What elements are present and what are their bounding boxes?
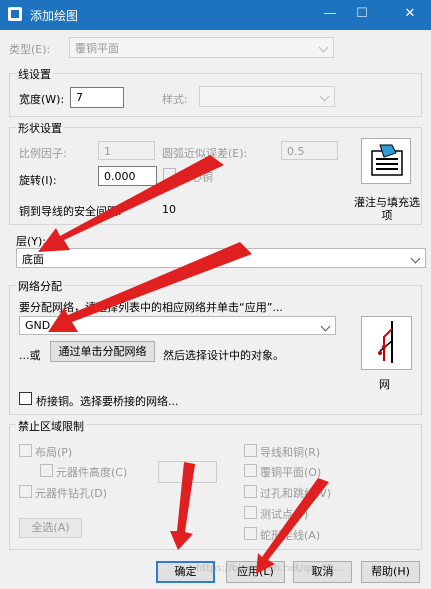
net-select[interactable]: GND <box>19 316 336 335</box>
copper-plane-checkbox[interactable] <box>244 464 257 477</box>
type-value: 覆铜平面 <box>75 42 119 55</box>
line-settings-title: 线设置 <box>16 66 53 82</box>
watermark-text: https://blog.csdn.net/qq_45... <box>196 563 343 574</box>
chevron-down-icon <box>318 40 330 54</box>
serpentine-label: 蛇形走线(A) <box>260 529 321 542</box>
layer-select[interactable]: 底面 <box>16 248 426 268</box>
style-label: 样式: <box>162 93 188 106</box>
keepout-title: 禁止区域限制 <box>16 418 86 434</box>
component-height-label: 元器件高度(C) <box>56 466 128 479</box>
width-label: 宽度(W): <box>19 93 65 106</box>
testpoints-label: 测试点(T) <box>260 508 309 521</box>
minimize-button[interactable]: — <box>318 4 342 24</box>
select-all-button[interactable]: 全选(A) <box>19 518 82 538</box>
component-drill-label: 元器件钻孔(D) <box>35 487 108 500</box>
clearance-label: 铜到导线的安全间距: <box>19 205 122 218</box>
chevron-down-icon <box>319 89 331 103</box>
net-button-label: 网 <box>379 378 390 391</box>
rotate-value: 0.000 <box>104 170 136 183</box>
flood-options-label: 灌注与填充选项 <box>354 196 420 222</box>
window-title: 添加绘图 <box>30 9 79 23</box>
net-instruction: 要分配网络，请选择列表中的相应网络并单击“应用”... <box>19 301 283 314</box>
style-select[interactable] <box>199 86 335 107</box>
net-assign-title: 网络分配 <box>16 278 64 294</box>
app-icon <box>8 7 22 21</box>
rotate-label: 旋转(I): <box>19 174 57 187</box>
scale-factor-value: 1 <box>104 145 111 158</box>
maximize-button[interactable]: ☐ <box>350 4 374 24</box>
layer-value: 底面 <box>22 253 44 266</box>
bridge-copper-checkbox[interactable] <box>19 392 32 405</box>
vias-jumpers-checkbox[interactable] <box>244 485 257 498</box>
help-button[interactable]: 帮助(H) <box>361 561 420 583</box>
copper-plane-label: 覆铜平面(O) <box>260 466 322 479</box>
component-height-input[interactable] <box>158 461 217 483</box>
or-text: ...或 <box>19 349 41 362</box>
width-value: 7 <box>76 91 83 104</box>
arc-error-label: 圆弧近似误差(E): <box>162 147 248 160</box>
scale-factor-label: 比例因子: <box>19 147 67 160</box>
traces-copper-label: 导线和铜(R) <box>260 446 321 459</box>
shape-settings-title: 形状设置 <box>16 120 64 136</box>
component-drill-checkbox[interactable] <box>19 485 32 498</box>
flood-options-button[interactable] <box>361 138 411 184</box>
net-value: GND <box>25 319 51 332</box>
layout-label: 布局(P) <box>35 446 73 459</box>
testpoints-checkbox[interactable] <box>244 506 257 519</box>
layout-checkbox[interactable] <box>19 444 32 457</box>
rotate-input[interactable]: 0.000 <box>98 166 157 186</box>
arc-error-value: 0.5 <box>287 145 305 158</box>
layer-label: 层(Y): <box>16 235 47 248</box>
clearance-value: 10 <box>162 203 176 216</box>
width-input[interactable]: 7 <box>70 87 124 108</box>
solid-copper-label: 实心铜 <box>180 171 213 184</box>
chevron-down-icon <box>320 319 332 333</box>
vias-jumpers-label: 过孔和跳线(V) <box>260 487 332 500</box>
solid-copper-checkbox[interactable] <box>163 168 176 181</box>
flood-fill-icon <box>371 144 403 176</box>
traces-copper-checkbox[interactable] <box>244 444 257 457</box>
component-height-checkbox[interactable] <box>40 464 53 477</box>
close-button[interactable]: ✕ <box>398 4 422 24</box>
scale-factor-input[interactable]: 1 <box>98 141 155 160</box>
bridge-copper-label: 桥接铜。选择要桥接的网络... <box>36 395 179 408</box>
type-label: 类型(E): <box>9 43 51 56</box>
net-icon <box>378 321 393 363</box>
add-drawing-dialog: 添加绘图 — ☐ ✕ 类型(E): 覆铜平面 线设置 宽度(W): 7 样式: … <box>0 0 431 589</box>
arc-error-input[interactable]: 0.5 <box>281 141 338 160</box>
net-button[interactable] <box>361 316 412 370</box>
title-bar: 添加绘图 — ☐ ✕ <box>0 0 431 30</box>
chevron-down-icon <box>410 251 422 265</box>
assign-by-click-button[interactable]: 通过单击分配网络 <box>50 341 155 362</box>
then-select-text: 然后选择设计中的对象。 <box>163 349 284 362</box>
type-select[interactable]: 覆铜平面 <box>69 37 334 58</box>
serpentine-checkbox[interactable] <box>244 527 257 540</box>
